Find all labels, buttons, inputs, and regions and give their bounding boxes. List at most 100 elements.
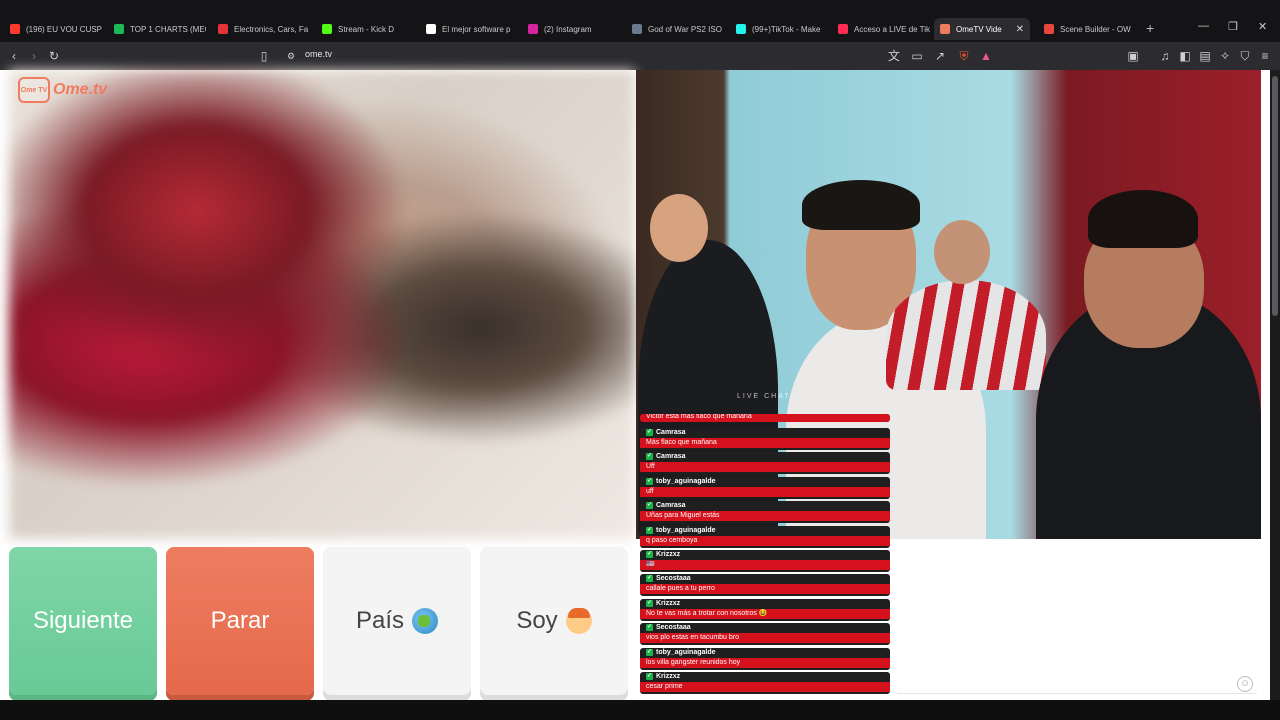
chat-username-text: Krizzxz [656,551,681,558]
emoji-picker-icon[interactable]: ☺ [1237,676,1253,692]
country-button[interactable]: País [323,547,471,695]
person-face [650,194,708,262]
cast-icon[interactable]: ▭ [909,48,925,64]
tab-favicon-icon [114,24,124,34]
tab-label: Acceso a LIVE de Tik [854,24,930,34]
next-button[interactable]: Siguiente [9,547,157,695]
tab-label: Stream - Kick D [338,24,395,34]
back-icon[interactable]: ‹ [6,48,22,64]
chat-username: ✓ Secostaaa [646,575,691,583]
chat-username-text: toby_aguinagalde [656,648,716,656]
tab-favicon-icon [940,24,950,34]
chat-message-text: Uñas para Miguel estás [640,511,890,522]
chat-message-text: 🇺🇸 [640,560,890,570]
chat-username-text: Krizzxz [656,599,681,607]
browser-tab[interactable]: Electronics, Cars, Fa [212,18,310,40]
share-icon[interactable]: ↗ [932,48,948,64]
chat-message: ✓ Secostaaa callale pues a tu perro [640,574,890,597]
rewards-icon[interactable]: ▲ [978,48,994,64]
chat-username-text: Krizzxz [656,673,681,680]
leo-ai-icon[interactable]: ✧ [1217,48,1233,64]
translate-icon[interactable]: 文 [886,48,902,64]
verified-check-icon: ✓ [646,526,653,534]
chat-message-text: cesar prime [640,682,890,692]
screenshot-icon[interactable]: ▣ [1125,48,1141,64]
minimize-icon[interactable]: — [1198,20,1209,32]
reload-icon[interactable]: ↻ [46,48,62,64]
tab-favicon-icon [736,24,746,34]
chat-message: ✓ toby_aguinagalde q paso cemboya [640,525,890,548]
verified-check-icon: ✓ [646,648,653,656]
chat-message: ✓ Camrasa Uñas para Miguel estás [640,501,890,524]
page-scrollbar[interactable] [1270,70,1280,700]
chat-message: ✓ Camrasa Uff [640,452,890,475]
verified-check-icon: ✓ [646,551,653,558]
verified-check-icon: ✓ [646,477,653,485]
sidebar-icon[interactable]: ◧ [1177,48,1193,64]
verified-check-icon: ✓ [646,673,653,680]
stranger-video [9,70,635,539]
chat-username: ✓ Camrasa [646,502,686,510]
browser-tab[interactable]: Scene Builder - OW [1038,18,1138,40]
ometv-logo: Ome TV Ome.tv [18,77,107,103]
chat-username-text: Camrasa [656,453,686,461]
person-emoji-icon [565,608,592,634]
chat-username-text: toby_aguinagalde [656,526,716,534]
site-info-icon[interactable]: ⚙ [283,48,299,64]
close-tab-icon[interactable]: ✕ [1016,24,1024,35]
brave-shield-icon[interactable]: ⛨ [956,48,972,64]
close-window-icon[interactable]: ✕ [1258,20,1267,33]
tab-favicon-icon [528,24,538,34]
globe-icon [412,608,439,634]
chat-username-text: Secostaaa [656,624,691,632]
stop-button-label: Parar [210,607,270,634]
chat-message: ✓ Krizzxz cesar prime [640,672,890,694]
media-icon[interactable]: ♫ [1157,48,1173,64]
chat-username: ✓ Camrasa [646,429,686,436]
address-bar-url[interactable]: ome.tv [305,49,332,59]
chat-message-text: q paso cemboya [640,535,890,546]
gender-button-label: Soy [516,607,558,634]
chat-username: ✓ toby_aguinagalde [646,477,716,485]
gender-button[interactable]: Soy [480,547,628,695]
chat-message-text: los villa gangster reunidos hoy [640,657,890,668]
tab-label: OmeTV Vide [956,24,1002,34]
chat-input[interactable] [897,693,1257,694]
tab-label: TOP 1 CHARTS (MEG [130,24,206,34]
tab-favicon-icon [632,24,642,34]
menu-icon[interactable]: ≡ [1257,48,1273,64]
chat-username: ✓ Secostaaa [646,624,691,632]
stop-button[interactable]: Parar [166,547,314,695]
wallet-icon[interactable]: ▤ [1197,48,1213,64]
chat-message: ✓ Krizzxz 🇺🇸 [640,550,890,572]
verified-check-icon: ✓ [646,624,653,632]
bookmark-icon[interactable]: ▯ [256,48,272,64]
maximize-icon[interactable]: ❐ [1228,20,1238,33]
browser-tab[interactable]: (196) EU VOU CUSP [4,18,108,40]
chat-message-text: Uff [640,462,890,473]
vpn-icon[interactable]: ⛉ [1237,48,1253,64]
forward-icon[interactable]: › [26,48,42,64]
browser-tab[interactable]: El mejor software p [420,18,516,40]
chat-username: ✓ toby_aguinagalde [646,526,716,534]
browser-tab[interactable]: (2) Instagram [522,18,618,40]
tab-favicon-icon [426,24,436,34]
chat-panel[interactable] [890,539,1260,700]
tab-favicon-icon [322,24,332,34]
browser-tab[interactable]: OmeTV Vide ✕ [934,18,1030,40]
tab-label: El mejor software p [442,24,511,34]
tab-label: (196) EU VOU CUSP [26,24,103,34]
browser-tab[interactable]: Stream - Kick D [316,18,412,40]
browser-tab[interactable]: (99+)TikTok - Make [730,18,826,40]
browser-tab[interactable]: TOP 1 CHARTS (MEG [108,18,206,40]
new-tab-button[interactable]: + [1146,20,1154,36]
chat-message-text: Victor esta más flaco que mañana [640,414,890,422]
tab-favicon-icon [1044,24,1054,34]
scrollbar-thumb[interactable] [1272,76,1278,316]
chat-username-text: toby_aguinagalde [656,477,716,485]
browser-tab[interactable]: Acceso a LIVE de Tik [832,18,930,40]
country-button-label: País [355,607,405,634]
logo-wordmark: Ome.tv [53,81,108,98]
striped-shirt [886,280,1046,390]
browser-tab[interactable]: God of War PS2 ISO [626,18,722,40]
